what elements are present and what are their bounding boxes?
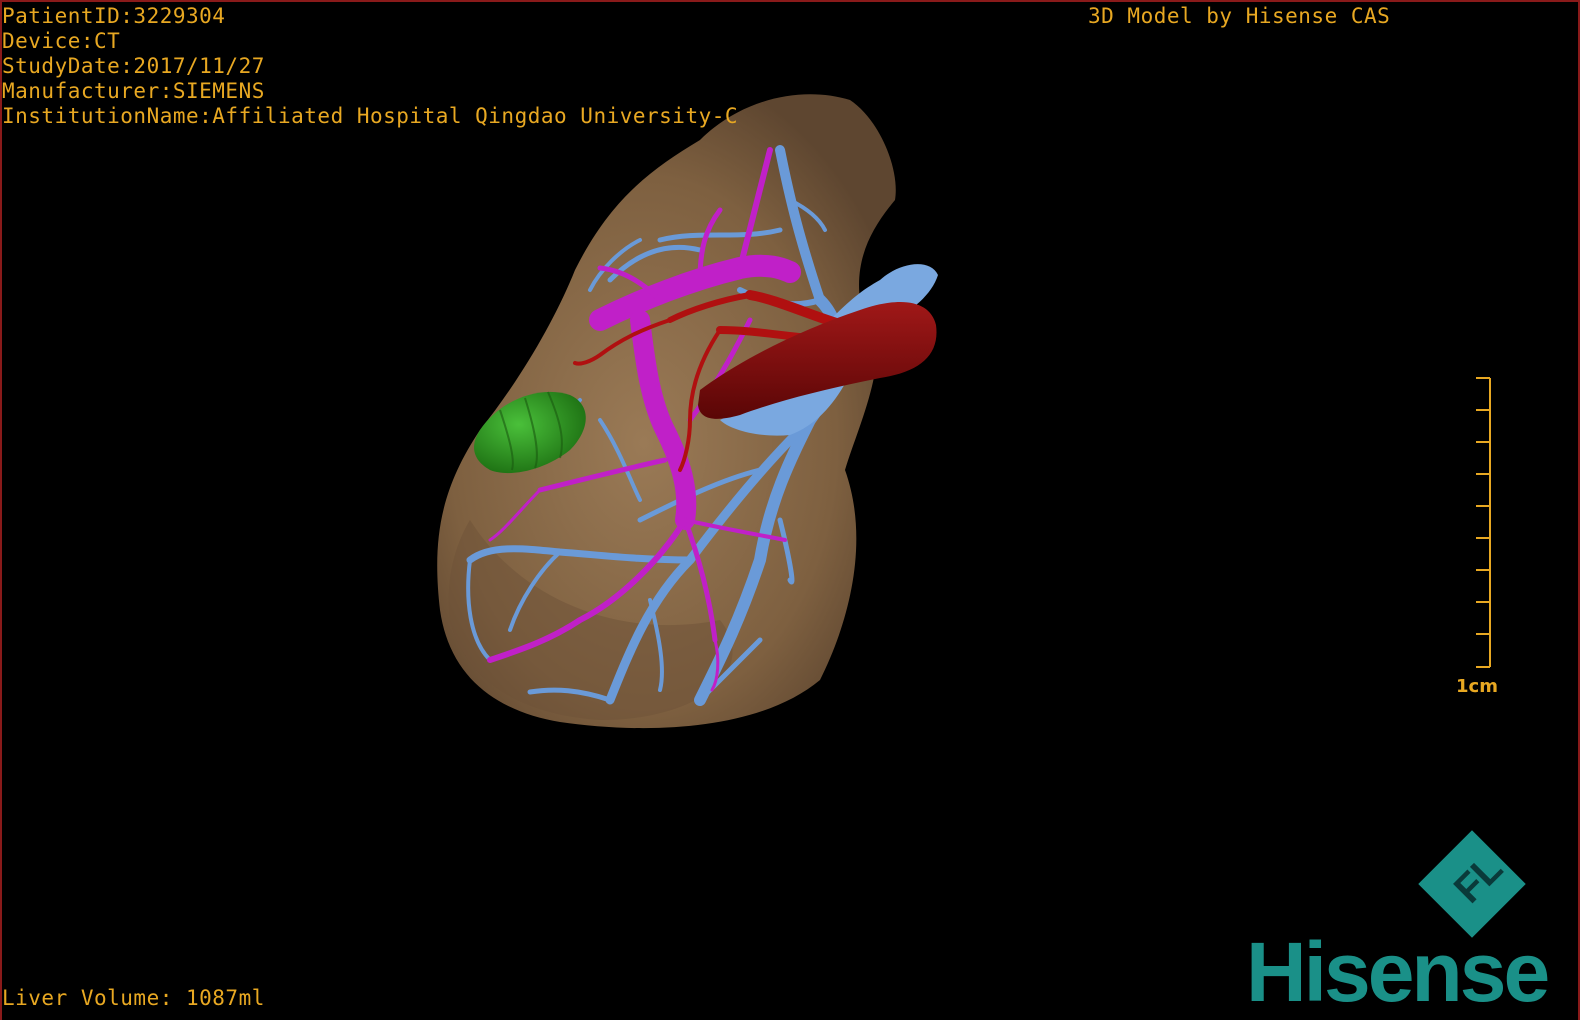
manufacturer: Manufacturer:SIEMENS — [2, 79, 265, 103]
study-info: PatientID:3229304 Device:CT StudyDate:20… — [2, 4, 738, 129]
scale-bar — [1476, 377, 1491, 668]
model-credit: 3D Model by Hisense CAS — [1088, 4, 1391, 28]
hisense-logo: Hisense — [1246, 925, 1550, 1019]
patient-id: PatientID:3229304 — [2, 4, 226, 28]
study-date: StudyDate:2017/11/27 — [2, 54, 265, 78]
scale-bar-label: 1cm — [1456, 676, 1498, 697]
institution-name: InstitutionName:Affiliated Hospital Qing… — [2, 104, 739, 128]
liver-volume: Liver Volume: 1087ml — [2, 986, 265, 1010]
3d-viewport[interactable]: F L PatientID:3229304 Device:CT StudyDat… — [0, 0, 1580, 1020]
device: Device:CT — [2, 29, 121, 53]
logo-emblem-icon: F L — [1418, 830, 1526, 938]
liver-3d-model[interactable]: F L — [0, 0, 1580, 1020]
